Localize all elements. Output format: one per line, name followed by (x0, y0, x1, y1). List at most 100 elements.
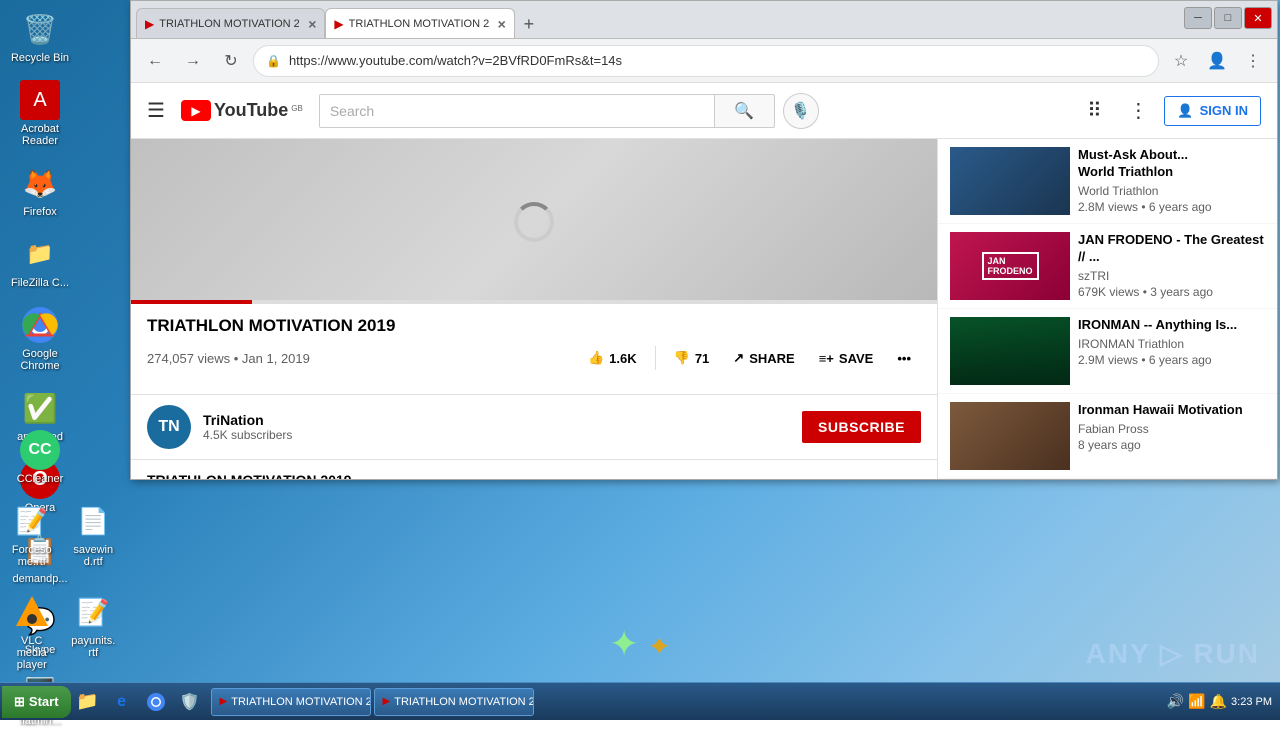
maximize-button[interactable]: □ (1214, 7, 1242, 29)
browser-tab-2[interactable]: ▶ TRIATHLON MOTIVATION 2019 - Yo... × (325, 8, 514, 38)
yt-logo-sup: GB (291, 104, 303, 113)
taskbar: ⊞ Start 📁 e 🛡️ ▶ TRIATHLON MOTIVATION 20… (0, 682, 1280, 720)
sidebar-video-2[interactable]: JANFRODENO JAN FRODENO - The Greatest //… (938, 224, 1277, 309)
taskbar-chrome-icon[interactable] (141, 687, 171, 717)
lock-icon: 🔒 (266, 54, 281, 68)
sidebar-vid-channel-4: Fabian Pross (1078, 422, 1265, 436)
like-dislike-divider (655, 346, 656, 370)
sidebar-vid-meta-4: 8 years ago (1078, 438, 1265, 452)
yt-more-button[interactable]: ⋮ (1120, 93, 1156, 129)
dislike-button[interactable]: 👎 71 (664, 344, 720, 372)
save-button[interactable]: ≡+ SAVE (809, 345, 884, 372)
desktop-icon-area: 🗑️ Recycle Bin A Acrobat Reader 🦊 Firefo… (0, 0, 125, 480)
sidebar-thumb-1 (950, 147, 1070, 215)
desktop-icon-acrobat[interactable]: A Acrobat Reader (5, 76, 75, 151)
yt-search-input[interactable]: Search (319, 94, 715, 128)
yt-header-right: ⠿ ⋮ 👤 SIGN IN (1076, 93, 1261, 129)
taskbar-avast-icon[interactable]: 🛡️ (175, 687, 205, 717)
filezilla-label: FileZilla C... (11, 277, 69, 289)
firefox-label: Firefox (23, 206, 57, 218)
refresh-button[interactable]: ↻ (215, 45, 247, 77)
signin-label: SIGN IN (1200, 103, 1248, 118)
vlc-label: VLC media player (9, 635, 55, 671)
sidebar-vid-channel-2: szTRI (1078, 269, 1265, 283)
sidebar-vid-info-3: IRONMAN -- Anything Is... IRONMAN Triath… (1078, 317, 1265, 385)
back-button[interactable]: ← (139, 45, 171, 77)
yt-video-section: TRIATHLON MOTIVATION 2019 274,057 views … (131, 139, 937, 479)
chrome-label: Google Chrome (9, 348, 71, 372)
new-tab-button[interactable]: + (515, 10, 543, 38)
desktop-icon-ccleaner[interactable]: CC CCleaner (5, 426, 75, 489)
vlc-icon (12, 592, 52, 632)
channel-avatar: TN (147, 405, 191, 449)
yt-apps-button[interactable]: ⠿ (1076, 93, 1112, 129)
yt-logo[interactable]: ▶ YouTube GB (181, 100, 303, 121)
desktop-icon-forcesome[interactable]: 📝 Forcesome.rtf (5, 497, 59, 572)
taskbar-folder-icon[interactable]: 📁 (73, 687, 103, 717)
yt-logo-icon: ▶ (181, 100, 211, 121)
desktop-icon-vlc[interactable]: VLC media player (5, 588, 59, 675)
profile-button[interactable]: 👤 (1201, 45, 1233, 77)
share-label: SHARE (749, 351, 795, 366)
anyrun-watermark: ANY ▷ RUN (1086, 637, 1260, 670)
recycle-bin-icon: 🗑️ (20, 9, 60, 49)
ccleaner-label: CCleaner (17, 473, 63, 485)
sidebar-vid-info-2: JAN FRODENO - The Greatest // ... szTRI … (1078, 232, 1265, 300)
close-button[interactable]: ✕ (1244, 7, 1272, 29)
yt-header: ☰ ▶ YouTube GB Search 🔍 🎙️ ⠿ ⋮ (131, 83, 1277, 139)
share-button[interactable]: ↗ SHARE (723, 344, 804, 372)
desktop-icon-payunits[interactable]: 📝 payunits.rtf (67, 588, 121, 675)
desktop-icon-chrome[interactable]: Google Chrome (5, 301, 75, 376)
forcesome-icon: 📝 (12, 501, 52, 541)
yt-signin-button[interactable]: 👤 SIGN IN (1164, 96, 1261, 126)
taskbar-ie-icon[interactable]: e (107, 687, 137, 717)
payunits-label: payunits.rtf (71, 635, 117, 659)
video-title: TRIATHLON MOTIVATION 2019 (147, 316, 921, 336)
window-controls: ─ □ ✕ (1184, 7, 1272, 29)
forward-button[interactable]: → (177, 45, 209, 77)
like-count: 1.6K (609, 351, 636, 366)
yt-search-button[interactable]: 🔍 (715, 94, 775, 128)
menu-button[interactable]: ⋮ (1237, 45, 1269, 77)
video-views-date: 274,057 views • Jan 1, 2019 (147, 351, 310, 366)
tab2-close-button[interactable]: × (498, 16, 506, 32)
video-date-separator: • (234, 351, 242, 366)
desktop-icon-savewind[interactable]: 📄 savewind.rtf (67, 497, 121, 572)
savewind-label: savewind.rtf (71, 544, 117, 568)
yt-menu-icon[interactable]: ☰ (147, 98, 165, 123)
browser-tab-1[interactable]: ▶ TRIATHLON MOTIVATION 2019 - Yo... × (136, 8, 325, 38)
tray-battery-icon[interactable]: 🔔 (1210, 693, 1227, 710)
video-player[interactable] (131, 139, 937, 304)
start-button[interactable]: ⊞ Start (2, 686, 71, 718)
sidebar-video-3[interactable]: IRONMAN -- Anything Is... IRONMAN Triath… (938, 309, 1277, 394)
bookmark-button[interactable]: ☆ (1165, 45, 1197, 77)
desktop-icon-filezilla[interactable]: 📁 FileZilla C... (5, 230, 75, 293)
desktop-decoration: ✦ ✦ (609, 623, 671, 665)
system-tray: 🔊 📶 🔔 3:23 PM (1159, 693, 1280, 710)
tab2-favicon: ▶ (334, 17, 343, 31)
desktop-bottom-icons: CC CCleaner 📝 Forcesome.rtf 📄 savewind.r… (0, 421, 125, 680)
yt-mic-button[interactable]: 🎙️ (783, 93, 819, 129)
video-progress-bar[interactable] (131, 300, 937, 304)
video-actions: 👍 1.6K 👎 71 ↗ SHARE (578, 344, 921, 372)
address-bar[interactable]: 🔒 https://www.youtube.com/watch?v=2BVfRD… (253, 45, 1159, 77)
browser-title-bar: ▶ TRIATHLON MOTIVATION 2019 - Yo... × ▶ … (131, 1, 1277, 39)
task1-label: TRIATHLON MOTIVATION 2019 - Yo... (231, 696, 370, 708)
tray-network-icon[interactable]: 🔊 (1167, 693, 1184, 710)
channel-name[interactable]: TriNation (203, 412, 790, 428)
sidebar-video-4[interactable]: Ironman Hawaii Motivation Fabian Pross 8… (938, 394, 1277, 479)
sidebar-video-1[interactable]: Must-Ask About...World Triathlon World T… (938, 139, 1277, 224)
like-button[interactable]: 👍 1.6K (578, 344, 647, 372)
taskbar-task-2[interactable]: ▶ TRIATHLON MOTIVATION 2019 - Yo... (374, 688, 534, 716)
sidebar-vid-title-4: Ironman Hawaii Motivation (1078, 402, 1265, 419)
task2-label: TRIATHLON MOTIVATION 2019 - Yo... (394, 696, 533, 708)
desktop-icon-recycle-bin[interactable]: 🗑️ Recycle Bin (5, 5, 75, 68)
subscribe-button[interactable]: SUBSCRIBE (802, 411, 921, 443)
more-actions-button[interactable]: ••• (887, 345, 921, 372)
taskbar-task-1[interactable]: ▶ TRIATHLON MOTIVATION 2019 - Yo... (211, 688, 371, 716)
tab1-close-button[interactable]: × (308, 16, 316, 32)
desktop-icon-firefox[interactable]: 🦊 Firefox (5, 159, 75, 222)
tray-volume-icon[interactable]: 📶 (1188, 693, 1205, 710)
minimize-button[interactable]: ─ (1184, 7, 1212, 29)
video-date: Jan 1, 2019 (242, 351, 310, 366)
